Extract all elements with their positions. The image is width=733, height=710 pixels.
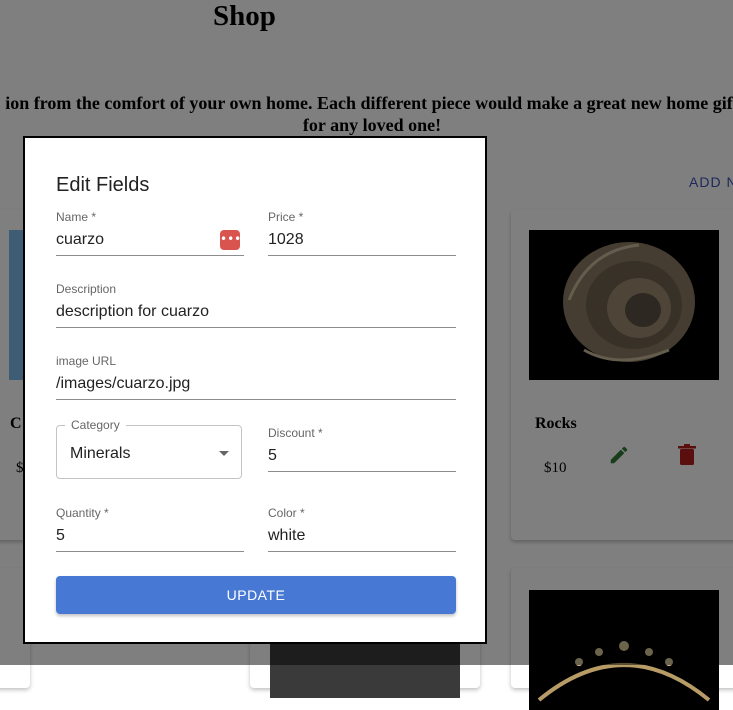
field-underline xyxy=(268,551,456,552)
image-url-input[interactable]: /images/cuarzo.jpg xyxy=(56,375,190,393)
discount-input[interactable]: 5 xyxy=(268,447,277,465)
field-underline xyxy=(268,255,456,256)
quantity-input[interactable]: 5 xyxy=(56,527,65,545)
field-underline xyxy=(56,255,244,256)
color-label: Color * xyxy=(268,506,305,520)
field-underline xyxy=(56,327,456,328)
name-label: Name * xyxy=(56,210,97,224)
category-label: Category xyxy=(65,418,126,432)
password-manager-icon[interactable]: •••| xyxy=(220,230,245,250)
edit-fields-dialog: Edit Fields Name * cuarzo •••| Price * 1… xyxy=(23,136,487,644)
category-select[interactable]: Category Minerals xyxy=(56,418,242,479)
color-input[interactable]: white xyxy=(268,527,305,545)
discount-label: Discount * xyxy=(268,426,323,440)
chevron-down-icon[interactable] xyxy=(219,451,229,456)
quantity-label: Quantity * xyxy=(56,506,109,520)
field-underline xyxy=(268,471,456,472)
price-input[interactable]: 1028 xyxy=(268,231,304,249)
field-underline xyxy=(56,551,244,552)
category-value[interactable]: Minerals xyxy=(70,445,130,463)
name-input[interactable]: cuarzo xyxy=(56,231,104,249)
description-input[interactable]: description for cuarzo xyxy=(56,303,209,321)
price-label: Price * xyxy=(268,210,304,224)
description-label: Description xyxy=(56,282,117,296)
update-button[interactable]: UPDATE xyxy=(56,576,456,614)
dialog-title: Edit Fields xyxy=(56,174,150,196)
field-underline xyxy=(56,399,456,400)
image-url-label: image URL xyxy=(56,354,117,368)
